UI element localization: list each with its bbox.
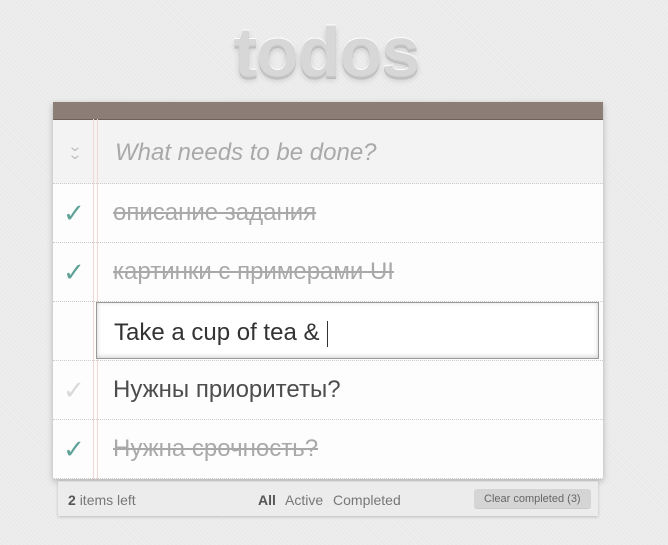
items-left-number: 2 [68, 492, 76, 508]
clear-completed-button[interactable]: Clear completed (3) [474, 489, 591, 509]
check-icon[interactable]: ✓ [61, 257, 87, 287]
filter-all[interactable]: All [258, 492, 276, 508]
items-left-text: items left [79, 492, 136, 508]
todo-item[interactable]: ✓ Нужны приоритеты? [53, 361, 603, 420]
app-title: todos [233, 13, 421, 91]
items-left-count: 2 items left [68, 492, 136, 508]
check-icon[interactable]: ✓ [61, 375, 87, 405]
todo-label[interactable]: Нужны приоритеты? [113, 376, 341, 404]
todo-item[interactable]: ✓ картинки с примерами UI [53, 243, 603, 302]
todo-label[interactable]: описание задания [113, 199, 316, 227]
todo-edit-field[interactable]: Take a cup of tea & [96, 302, 599, 359]
new-todo-input[interactable] [113, 135, 587, 171]
todo-edit-text[interactable]: Take a cup of tea & [114, 319, 329, 347]
todo-app: ⌄⌄ ✓ описание задания ✓ картинки с приме… [53, 102, 603, 479]
todo-item-editing[interactable]: Take a cup of tea & [53, 302, 603, 361]
filter-active[interactable]: Active [285, 492, 323, 508]
todo-footer: 2 items left All Active Completed Clear … [58, 481, 598, 516]
app-top-bar [53, 102, 603, 120]
toggle-all-icon[interactable]: ⌄ ⌄ [65, 139, 86, 161]
check-icon[interactable]: ✓ [61, 434, 87, 464]
todo-label[interactable]: Нужна срочность? [113, 435, 318, 463]
new-todo-row: ⌄ ⌄ [53, 120, 603, 184]
todo-item[interactable]: ✓ Нужна срочность? [53, 420, 603, 479]
filter-completed[interactable]: Completed [333, 492, 401, 508]
todo-label[interactable]: картинки с примерами UI [113, 258, 394, 286]
check-icon[interactable]: ✓ [61, 198, 87, 228]
filter-group: All Active Completed [258, 492, 407, 508]
todo-list: ✓ описание задания ✓ картинки с примерам… [53, 184, 603, 479]
todo-edit-value: Take a cup of tea & [114, 319, 327, 346]
text-caret [327, 320, 329, 347]
todo-item[interactable]: ✓ описание задания [53, 184, 603, 243]
